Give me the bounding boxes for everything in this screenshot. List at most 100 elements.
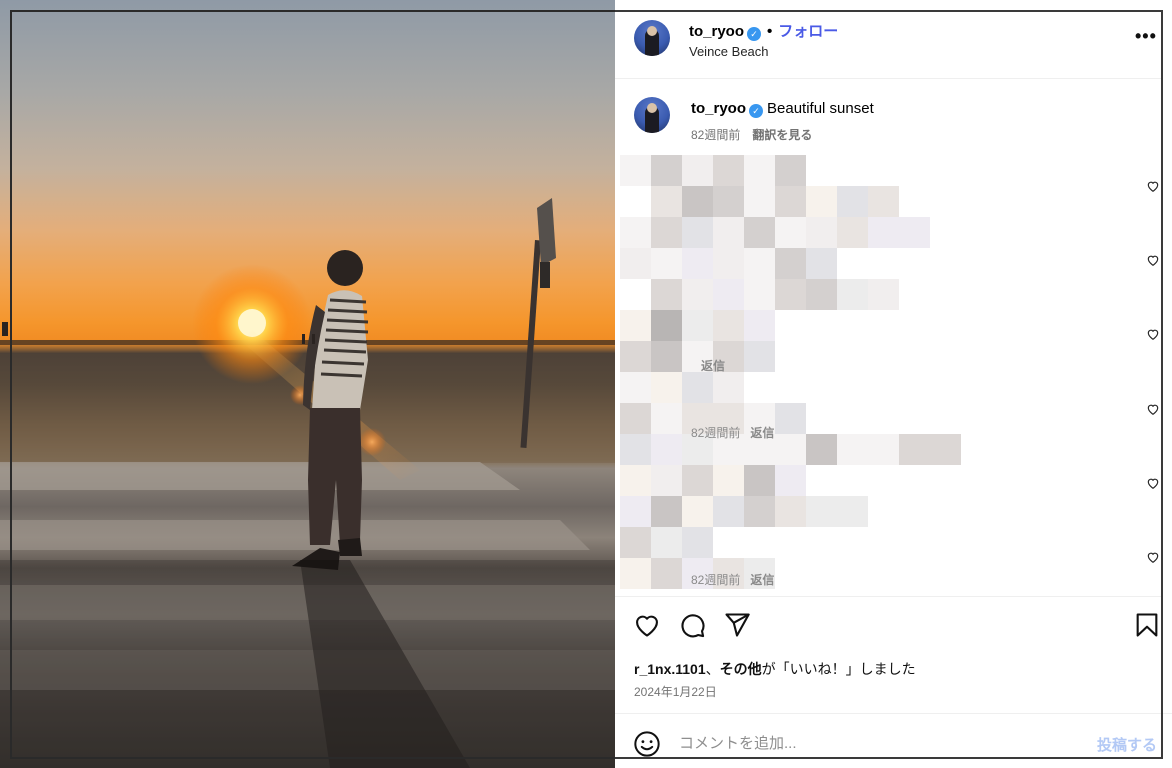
liked-others-link[interactable]: その他 [720, 661, 762, 677]
blur-pixel [806, 279, 837, 310]
emoji-icon[interactable] [633, 730, 661, 758]
blur-pixel [837, 217, 868, 248]
blur-pixel [620, 341, 651, 372]
comment-meta: 返信 [691, 357, 725, 374]
blur-pixel [651, 279, 682, 310]
blur-pixel [682, 155, 713, 186]
blur-pixel [713, 217, 744, 248]
blur-pixel [682, 527, 713, 558]
author-username[interactable]: to_ryoo [689, 23, 744, 40]
post-photo[interactable] [0, 0, 615, 768]
blur-pixel [868, 434, 899, 465]
heart-icon[interactable] [633, 611, 661, 639]
comment-like-heart-icon[interactable] [1146, 402, 1160, 416]
blur-pixel [806, 217, 837, 248]
blur-pixel [651, 341, 682, 372]
blur-pixel [713, 465, 744, 496]
blur-pixel [620, 372, 651, 403]
blur-pixel [837, 434, 868, 465]
comment-time: 82週間前 [691, 573, 741, 587]
comment-like-heart-icon[interactable] [1146, 327, 1160, 341]
blur-pixel [744, 341, 775, 372]
post-comment-button[interactable]: 投稿する [1097, 734, 1157, 755]
blur-pixel [651, 403, 682, 434]
blur-pixel [651, 248, 682, 279]
follow-button[interactable]: フォロー [778, 23, 838, 40]
caption-author-avatar[interactable] [634, 97, 670, 133]
liked-by-username[interactable]: r_1nx.1101 [634, 661, 706, 677]
blur-pixel [651, 372, 682, 403]
comment-icon[interactable] [678, 611, 706, 639]
blur-pixel [806, 434, 837, 465]
blur-pixel [682, 372, 713, 403]
author-line: to_ryoo ✓ • フォロー [689, 20, 838, 41]
blur-pixel [682, 186, 713, 217]
blur-pixel [775, 403, 806, 434]
blur-pixel [868, 186, 899, 217]
blur-pixel [713, 372, 744, 403]
blur-pixel [744, 186, 775, 217]
blur-pixel [713, 496, 744, 527]
blur-pixel [682, 310, 713, 341]
verified-badge-icon: ✓ [747, 27, 762, 41]
comment-time: 82週間前 [691, 426, 741, 440]
blur-pixel [651, 217, 682, 248]
blur-pixel [837, 279, 868, 310]
reply-button[interactable]: 返信 [750, 426, 774, 440]
comment-like-heart-icon[interactable] [1146, 179, 1160, 193]
blur-pixel [620, 217, 651, 248]
blur-pixel [713, 310, 744, 341]
reply-button[interactable]: 返信 [750, 573, 774, 587]
blur-pixel [620, 310, 651, 341]
reply-button[interactable]: 返信 [701, 359, 725, 373]
blur-pixel [682, 279, 713, 310]
send-icon[interactable] [723, 611, 751, 639]
blur-pixel [620, 403, 651, 434]
blur-pixel [620, 558, 651, 589]
blur-pixel [775, 496, 806, 527]
blur-pixel [806, 496, 837, 527]
blur-pixel [744, 155, 775, 186]
blur-pixel [775, 279, 806, 310]
blur-pixel [930, 434, 961, 465]
comment-like-heart-icon[interactable] [1146, 550, 1160, 564]
blur-pixel [775, 186, 806, 217]
add-comment-bar: 投稿する [615, 713, 1172, 768]
bookmark-icon[interactable] [1133, 611, 1161, 639]
blur-pixel [744, 279, 775, 310]
blur-pixel [651, 310, 682, 341]
comment-meta: 82週間前 返信 [691, 424, 774, 441]
comment-like-heart-icon[interactable] [1146, 253, 1160, 267]
comment-meta: 82週間前 返信 [691, 571, 774, 588]
blur-pixel [620, 527, 651, 558]
blur-pixel [651, 465, 682, 496]
separator-dot: • [767, 23, 773, 40]
blur-pixel [651, 496, 682, 527]
blur-pixel [899, 434, 930, 465]
blur-pixel [744, 496, 775, 527]
caption-meta: 82週間前 翻訳を見る [691, 126, 812, 143]
blurred-comments-mosaic [620, 155, 1000, 595]
sunset-scene [0, 198, 615, 768]
verified-badge-icon: ✓ [749, 104, 764, 118]
see-translation-button[interactable]: 翻訳を見る [752, 128, 812, 142]
blur-pixel [775, 217, 806, 248]
caption-text: Beautiful sunset [767, 100, 874, 117]
likes-suffix: が「いいね！」しました [761, 661, 916, 677]
comments-list[interactable]: 返信 82週間前 返信 82週間前 返信 [615, 155, 1172, 595]
blur-pixel [744, 217, 775, 248]
caption: to_ryoo ✓ Beautiful sunset [691, 100, 874, 118]
blur-pixel [899, 217, 930, 248]
comment-input[interactable] [679, 731, 1079, 755]
caption-username[interactable]: to_ryoo [691, 100, 746, 117]
blur-pixel [713, 155, 744, 186]
post-location[interactable]: Veince Beach [689, 44, 769, 59]
blur-pixel [806, 248, 837, 279]
blur-pixel [682, 496, 713, 527]
comment-like-heart-icon[interactable] [1146, 476, 1160, 490]
more-options-icon[interactable]: ••• [1135, 26, 1157, 47]
blur-pixel [744, 465, 775, 496]
blur-pixel [868, 279, 899, 310]
blur-pixel [651, 434, 682, 465]
author-avatar[interactable] [634, 20, 670, 56]
